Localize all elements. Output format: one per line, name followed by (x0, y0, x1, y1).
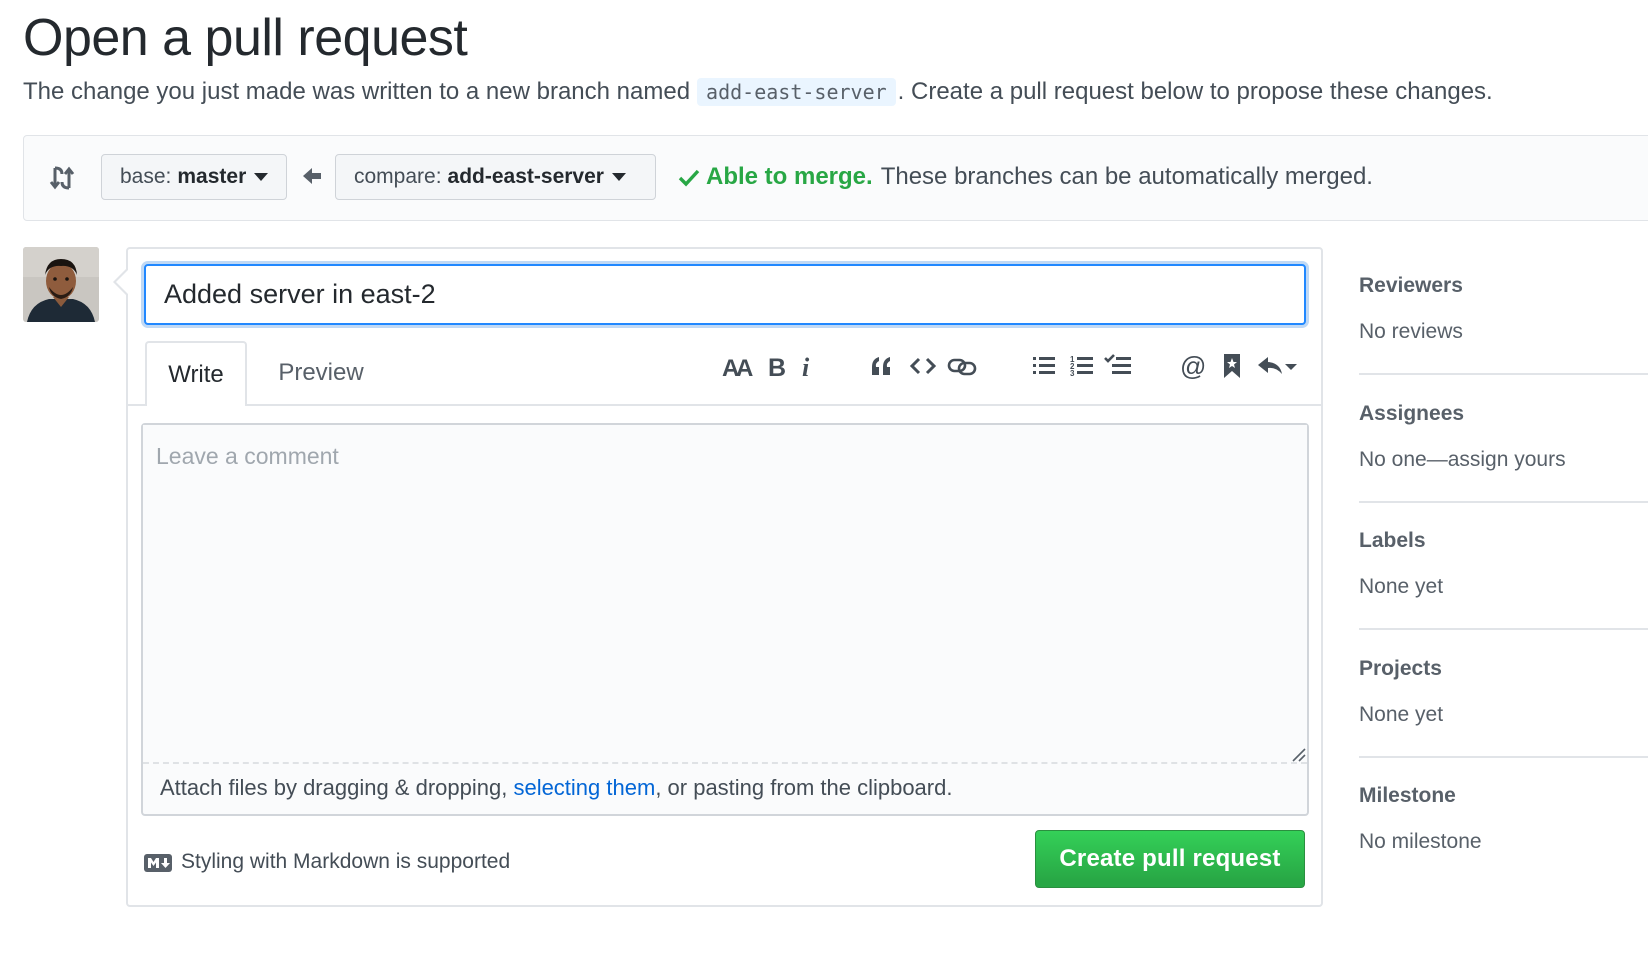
sidebar-divider (1359, 756, 1648, 758)
markdown-icon (144, 854, 172, 872)
attach-suffix: , or pasting from the clipboard. (655, 775, 953, 800)
sidebar-value: None yet (1359, 575, 1444, 598)
compare-label: compare: (354, 165, 442, 188)
task-list-icon[interactable] (1103, 350, 1133, 382)
merge-ok-text: Able to merge. (706, 163, 873, 190)
intro-prefix: The change you just made was written to … (23, 78, 691, 105)
tab-write[interactable]: Write (145, 341, 247, 406)
sidebar-projects[interactable]: Projects None yet (1359, 657, 1648, 727)
sidebar-divider (1359, 628, 1648, 630)
bold-icon[interactable]: B (766, 350, 788, 382)
base-branch-select[interactable]: base: master (101, 154, 287, 200)
saved-reply-icon[interactable] (1221, 350, 1243, 382)
sidebar-value: None yet (1359, 703, 1444, 726)
sidebar-title: Reviewers (1359, 274, 1463, 297)
sidebar-title: Assignees (1359, 402, 1465, 425)
quote-icon[interactable] (868, 350, 894, 382)
attach-files-note: Attach files by dragging & dropping, sel… (160, 775, 952, 801)
merge-detail-text: These branches can be automatically merg… (880, 163, 1373, 190)
intro-suffix: . Create a pull request below to propose… (897, 78, 1493, 105)
caret-down-icon (254, 173, 269, 181)
svg-text:3: 3 (1070, 369, 1075, 378)
page-title: Open a pull request (23, 9, 468, 67)
sidebar-milestone[interactable]: Milestone No milestone (1359, 784, 1648, 854)
git-compare-icon (48, 164, 76, 192)
tab-preview[interactable]: Preview (263, 341, 379, 404)
sidebar-value: No reviews (1359, 320, 1463, 343)
reply-icon[interactable] (1256, 350, 1298, 382)
code-icon[interactable] (909, 350, 937, 382)
sidebar-divider (1359, 373, 1648, 375)
svg-text:A: A (736, 355, 753, 379)
sidebar-divider (1359, 501, 1648, 503)
arrow-left-icon (301, 165, 323, 187)
create-pull-request-button[interactable]: Create pull request (1035, 830, 1305, 888)
svg-text:i: i (802, 353, 810, 379)
svg-text:@: @ (1180, 352, 1206, 380)
avatar[interactable] (23, 247, 99, 322)
sidebar-title: Milestone (1359, 784, 1456, 807)
comment-textarea[interactable] (143, 425, 1307, 762)
sidebar-labels[interactable]: Labels None yet (1359, 529, 1648, 599)
compare-value: add-east-server (447, 165, 604, 188)
attach-divider (143, 762, 1307, 764)
merge-status: Able to merge. These branches can be aut… (678, 163, 1373, 191)
pr-title-input[interactable] (144, 264, 1306, 325)
link-icon[interactable] (947, 350, 977, 382)
sidebar-title: Projects (1359, 657, 1442, 680)
resize-handle-icon[interactable] (1289, 745, 1307, 763)
select-files-link[interactable]: selecting them (513, 775, 655, 800)
form-pointer-fill (116, 270, 128, 294)
tab-divider (128, 404, 1321, 406)
attach-prefix: Attach files by dragging & dropping, (160, 775, 514, 800)
text-size-icon[interactable]: A A (721, 350, 755, 382)
caret-down-icon (611, 173, 626, 181)
compare-branch-select[interactable]: compare: add-east-server (335, 154, 656, 200)
intro-text: The change you just made was written to … (23, 78, 1493, 106)
sidebar-title: Labels (1359, 529, 1426, 552)
svg-text:B: B (768, 354, 786, 379)
unordered-list-icon[interactable] (1031, 350, 1057, 382)
base-value: master (177, 165, 247, 188)
italic-icon[interactable]: i (800, 350, 816, 382)
mention-icon[interactable]: @ (1179, 350, 1207, 382)
sidebar-reviewers[interactable]: Reviewers No reviews (1359, 274, 1648, 344)
ordered-list-icon[interactable]: 1 2 3 (1069, 350, 1095, 382)
check-icon (678, 169, 700, 187)
base-label: base: (120, 165, 172, 188)
sidebar-value: No milestone (1359, 830, 1482, 853)
markdown-supported-link[interactable]: Styling with Markdown is supported (181, 850, 510, 874)
branch-name-code: add-east-server (697, 78, 896, 106)
sidebar-assignees[interactable]: Assignees No one—assign yours (1359, 402, 1648, 472)
sidebar-value: No one—assign yours (1359, 448, 1566, 471)
